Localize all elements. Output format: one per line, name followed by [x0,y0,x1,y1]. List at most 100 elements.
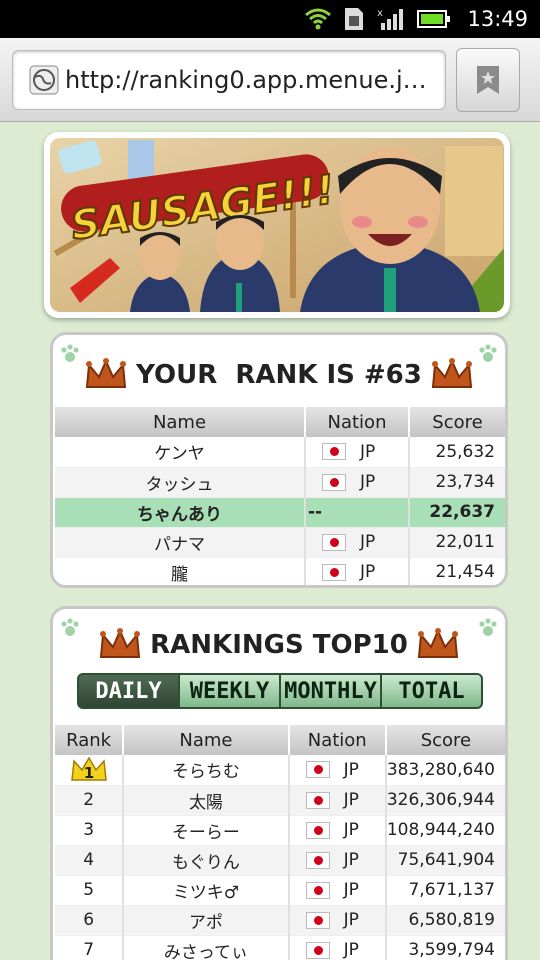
japan-flag-icon [322,563,346,581]
player-score: 25,632 [409,437,505,468]
japan-flag-icon [305,941,330,959]
player-name: ケンヤ [55,437,306,468]
sim-card-icon [345,8,364,30]
player-nation: JP [305,437,410,468]
japan-flag-icon [305,911,330,929]
svg-text:x: x [377,8,383,19]
bookmark-button[interactable] [456,48,520,112]
bookmark-star-icon [477,66,499,94]
player-score: 326,306,944 [385,785,505,816]
player-score: 7,671,137 [385,875,505,906]
player-nation: -- [305,497,410,528]
crown-icon [431,358,472,388]
japan-flag-icon [322,473,346,491]
player-score: 23,734 [409,467,505,498]
player-name: タッシュ [55,467,306,498]
player-nation: JP [288,935,387,960]
column-header-rank: Rank [55,725,125,755]
japan-flag-icon [322,533,346,551]
player-nation: JP [288,785,387,816]
japan-flag-icon [305,851,330,869]
clock: 13:49 [467,7,528,31]
player-score: 75,641,904 [385,845,505,876]
tab-daily[interactable]: DAILY [79,675,178,707]
nation-code: JP [343,850,359,870]
crown-icon [417,628,458,658]
nation-code: JP [360,532,376,552]
crown-icon [100,628,141,658]
player-name: ミツキ♂ [123,875,290,906]
player-name: 太陽 [123,785,290,816]
gold-crown-icon: 1 [70,756,107,782]
rank-number: 7 [55,935,125,960]
rank-number: 1 [83,764,93,782]
table-row: 6 アポ JP 6,580,819 [55,905,505,936]
rank-number: 5 [55,875,125,906]
nation-code: JP [360,562,376,582]
player-nation: JP [288,875,387,906]
current-player-row: ちゃんあり -- 22,637 [55,497,505,528]
nation-code: JP [343,820,359,840]
column-header-score: Score [385,725,505,755]
your-rank-header: YOUR RANK IS #63 [53,353,505,397]
nation-code: JP [343,790,359,810]
japan-flag-icon [305,881,330,899]
player-nation: JP [288,755,387,786]
rank-number: 6 [55,905,125,936]
rank-number: 2 [55,785,125,816]
japan-flag-icon [305,761,330,779]
period-tabs: DAILY WEEKLY MONTHLY TOTAL [77,673,483,709]
your-rank-table: Name Nation Score ケンヤ JP 25,632 タッシュ JP … [55,407,505,585]
tab-total[interactable]: TOTAL [382,675,481,707]
player-nation: JP [305,527,410,558]
table-row: 7 みさってぃ JP 3,599,794 [55,935,505,960]
player-nation: JP [288,845,387,876]
crown-icon [86,358,127,388]
tab-monthly[interactable]: MONTHLY [281,675,380,707]
player-nation: JP [288,905,387,936]
player-name: そーらー [123,815,290,846]
tab-weekly[interactable]: WEEKLY [180,675,279,707]
player-name: そらちむ [123,755,290,786]
player-nation: JP [305,467,410,498]
player-score: 22,011 [409,527,505,558]
table-row: 2 太陽 JP 326,306,944 [55,785,505,816]
player-nation: JP [305,557,410,585]
game-banner[interactable]: SAUSAGE!!! [44,132,510,318]
url-bar[interactable]: http://ranking0.app.menue.j… [12,50,446,110]
table-row: 朧 JP 21,454 [55,557,505,585]
url-text: http://ranking0.app.menue.j… [65,66,427,94]
rank-number: 3 [55,815,125,846]
column-header-nation: Nation [288,725,387,755]
nation-code: JP [360,472,376,492]
top10-header: RANKINGS TOP10 [53,623,505,667]
top10-title: RANKINGS TOP10 [150,630,408,660]
player-name: もぐりん [123,845,290,876]
wifi-icon [305,8,332,30]
japan-flag-icon [305,791,330,809]
rank-cell: 1 [55,755,125,786]
your-rank-title: YOUR RANK IS #63 [136,360,422,390]
player-score: 6,580,819 [385,905,505,936]
player-score: 108,944,240 [385,815,505,846]
player-nation: JP [288,815,387,846]
globe-icon [29,65,59,95]
table-row: 4 もぐりん JP 75,641,904 [55,845,505,876]
nation-code: JP [360,441,376,462]
player-name: パナマ [55,527,306,558]
player-score: 383,280,640 [385,755,505,786]
top10-table: Rank Name Nation Score 1 そらちむ JP 383,280… [55,725,505,960]
player-name: みさってぃ [123,935,290,960]
column-header-score: Score [409,407,505,437]
table-row: 3 そーらー JP 108,944,240 [55,815,505,846]
column-header-name: Name [55,407,306,437]
japan-flag-icon [322,443,346,461]
table-row: パナマ JP 22,011 [55,527,505,558]
banner-illustration: SAUSAGE!!! [50,138,504,312]
status-bar: x 13:49 [0,0,540,38]
column-header-nation: Nation [305,407,410,437]
nation-code: JP [343,880,359,900]
table-row: 5 ミツキ♂ JP 7,671,137 [55,875,505,906]
player-name: ちゃんあり [55,497,306,528]
your-rank-panel: YOUR RANK IS #63 Name Nation Score ケンヤ J… [50,332,508,588]
